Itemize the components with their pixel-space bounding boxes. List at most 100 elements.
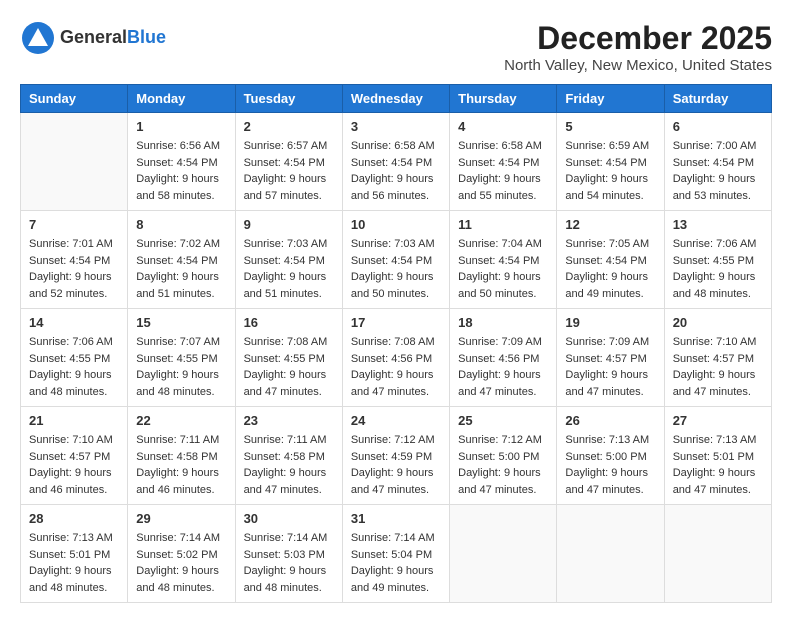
day-info: Sunrise: 7:10 AMSunset: 4:57 PMDaylight:…: [29, 432, 119, 498]
calendar-cell: 4Sunrise: 6:58 AMSunset: 4:54 PMDaylight…: [450, 113, 557, 211]
day-info-line: Sunrise: 7:14 AM: [351, 532, 435, 544]
day-info: Sunrise: 6:57 AMSunset: 4:54 PMDaylight:…: [244, 138, 334, 204]
weekday-header-row: SundayMondayTuesdayWednesdayThursdayFrid…: [21, 85, 772, 113]
day-info-line: Sunset: 4:57 PM: [673, 353, 754, 365]
calendar-cell: 31Sunrise: 7:14 AMSunset: 5:04 PMDayligh…: [342, 505, 449, 603]
day-info-line: Daylight: 9 hours: [458, 467, 541, 479]
day-info-line: Sunrise: 7:08 AM: [244, 336, 328, 348]
day-info: Sunrise: 7:06 AMSunset: 4:55 PMDaylight:…: [673, 236, 763, 302]
day-number: 23: [244, 413, 334, 428]
location: North Valley, New Mexico, United States: [504, 57, 772, 74]
day-number: 7: [29, 217, 119, 232]
week-row-3: 14Sunrise: 7:06 AMSunset: 4:55 PMDayligh…: [21, 309, 772, 407]
day-info-line: Daylight: 9 hours: [136, 467, 219, 479]
day-info-line: Sunrise: 7:01 AM: [29, 238, 113, 250]
day-info-line: and 48 minutes.: [29, 582, 107, 594]
logo-general: GeneralBlue: [60, 28, 166, 48]
calendar-cell: 27Sunrise: 7:13 AMSunset: 5:01 PMDayligh…: [664, 407, 771, 505]
calendar-cell: 16Sunrise: 7:08 AMSunset: 4:55 PMDayligh…: [235, 309, 342, 407]
day-info-line: and 48 minutes.: [136, 582, 214, 594]
calendar-cell: 13Sunrise: 7:06 AMSunset: 4:55 PMDayligh…: [664, 211, 771, 309]
day-info: Sunrise: 6:59 AMSunset: 4:54 PMDaylight:…: [565, 138, 655, 204]
week-row-1: 1 Sunrise: 6:56 AM Sunset: 4:54 PM Daylight…: [21, 113, 772, 211]
weekday-header-monday: Monday: [128, 85, 235, 113]
day-info-line: Sunrise: 6:58 AM: [458, 140, 542, 152]
calendar-cell: 25Sunrise: 7:12 AMSunset: 5:00 PMDayligh…: [450, 407, 557, 505]
day-info-line: Sunrise: 6:56 AM: [136, 140, 220, 152]
day-info: Sunrise: 7:12 AMSunset: 4:59 PMDaylight:…: [351, 432, 441, 498]
day-number: 19: [565, 315, 655, 330]
day-info-line: and 52 minutes.: [29, 288, 107, 300]
day-info: Sunrise: 6:58 AMSunset: 4:54 PMDaylight:…: [351, 138, 441, 204]
day-info-line: Daylight: 9 hours: [244, 271, 327, 283]
day-info-line: and 47 minutes.: [458, 386, 536, 398]
day-number: 17: [351, 315, 441, 330]
day-info-line: Daylight: 9 hours: [244, 173, 327, 185]
day-info: Sunrise: 7:13 AMSunset: 5:01 PMDaylight:…: [29, 530, 119, 596]
day-info-line: Sunrise: 7:11 AM: [244, 434, 327, 446]
day-number: 22: [136, 413, 226, 428]
day-info: Sunrise: 7:14 AMSunset: 5:02 PMDaylight:…: [136, 530, 226, 596]
day-number: 4: [458, 119, 548, 134]
day-number: 1: [136, 119, 226, 134]
day-info-line: Sunrise: 7:10 AM: [29, 434, 113, 446]
day-info-line: Sunrise: 6:57 AM: [244, 140, 328, 152]
day-number: 14: [29, 315, 119, 330]
day-info-line: Sunset: 5:04 PM: [351, 549, 432, 561]
calendar-cell: 14Sunrise: 7:06 AMSunset: 4:55 PMDayligh…: [21, 309, 128, 407]
calendar-cell: 26Sunrise: 7:13 AMSunset: 5:00 PMDayligh…: [557, 407, 664, 505]
day-number: 25: [458, 413, 548, 428]
day-info-line: and 50 minutes.: [458, 288, 536, 300]
day-info-line: and 47 minutes.: [244, 386, 322, 398]
day-info-line: Daylight: 9 hours: [351, 369, 434, 381]
day-info-line: Daylight: 9 hours: [565, 467, 648, 479]
day-info-line: Daylight: 9 hours: [673, 271, 756, 283]
day-info: Sunrise: 7:13 AM Sunset: 5:00 PM Daylight:…: [565, 432, 655, 498]
day-number: 3: [351, 119, 441, 134]
day-info-line: and 47 minutes.: [458, 484, 536, 496]
calendar-cell: 28Sunrise: 7:13 AMSunset: 5:01 PMDayligh…: [21, 505, 128, 603]
day-number: 6: [673, 119, 763, 134]
day-info-line: and 47 minutes.: [351, 386, 429, 398]
calendar-cell: 29 Sunrise: 7:14 AMSunset: 5:02 PMDayligh…: [128, 505, 235, 603]
day-info-line: and 47 minutes.: [565, 386, 643, 398]
day-number: 5: [565, 119, 655, 134]
day-info-line: Daylight: 9 hours: [136, 271, 219, 283]
calendar-cell: 3 Sunrise: 6:58 AMSunset: 4:54 PMDaylight…: [342, 113, 449, 211]
day-info-line: Daylight: 9 hours: [351, 173, 434, 185]
day-info-line: Sunrise: 7:00 AM: [673, 140, 757, 152]
day-info-line: Sunrise: 7:13 AM: [565, 434, 649, 446]
day-info-line: Sunset: 5:01 PM: [29, 549, 110, 561]
day-info-line: and 49 minutes.: [351, 582, 429, 594]
week-row-2: 7 Sunrise: 7:01 AM Sunset: 4:54 PM Daylight…: [21, 211, 772, 309]
day-info-line: Daylight: 9 hours: [29, 467, 112, 479]
day-info: Sunrise: 7:07 AMSunset: 4:55 PMDaylight:…: [136, 334, 226, 400]
calendar-table: SundayMondayTuesdayWednesdayThursdayFrid…: [20, 84, 772, 603]
day-number: 15: [136, 315, 226, 330]
day-number: 29: [136, 511, 226, 526]
day-info-line: Sunrise: 7:09 AM: [458, 336, 542, 348]
day-info-line: Sunset: 5:03 PM: [244, 549, 325, 561]
day-info-line: Sunset: 4:54 PM: [29, 255, 110, 267]
calendar-cell: 9Sunrise: 7:03 AMSunset: 4:54 PMDaylight…: [235, 211, 342, 309]
calendar-cell: 12Sunrise: 7:05 AMSunset: 4:54 PMDayligh…: [557, 211, 664, 309]
day-info-line: Daylight: 9 hours: [244, 467, 327, 479]
day-info: Sunrise: 7:05 AMSunset: 4:54 PMDaylight:…: [565, 236, 655, 302]
calendar-cell: 18Sunrise: 7:09 AMSunset: 4:56 PMDayligh…: [450, 309, 557, 407]
day-info-line: Daylight: 9 hours: [565, 173, 648, 185]
day-info-line: Sunset: 4:54 PM: [565, 157, 646, 169]
day-number: 11: [458, 217, 548, 232]
calendar-cell: 11Sunrise: 7:04 AMSunset: 4:54 PMDayligh…: [450, 211, 557, 309]
day-info-line: and 47 minutes.: [565, 484, 643, 496]
day-info-line: Daylight: 9 hours: [458, 271, 541, 283]
day-info-line: and 56 minutes.: [351, 190, 429, 202]
calendar-cell: 5 Sunrise: 6:59 AMSunset: 4:54 PMDaylight…: [557, 113, 664, 211]
weekday-header-saturday: Saturday: [664, 85, 771, 113]
week-row-5: 28Sunrise: 7:13 AMSunset: 5:01 PMDayligh…: [21, 505, 772, 603]
day-info-line: Daylight: 9 hours: [351, 565, 434, 577]
logo-text-block: GeneralBlue: [60, 28, 166, 48]
day-info-line: and 48 minutes.: [244, 582, 322, 594]
day-info-line: Sunset: 4:54 PM: [458, 255, 539, 267]
weekday-header-tuesday: Tuesday: [235, 85, 342, 113]
day-info-line: Sunset: 5:00 PM: [565, 451, 646, 463]
